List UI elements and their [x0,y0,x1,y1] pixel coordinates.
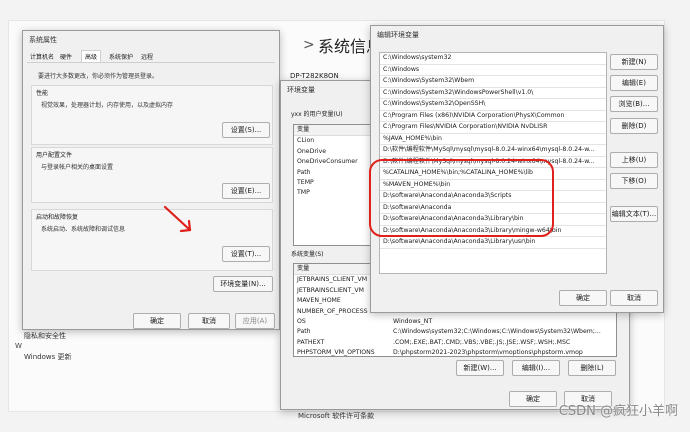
annotation-arrow-icon [163,205,192,233]
watermark: CSDN @疯狂小羊啊 [558,404,678,419]
annotation-overlay [163,159,554,237]
annotation-highlight-box [369,159,554,237]
